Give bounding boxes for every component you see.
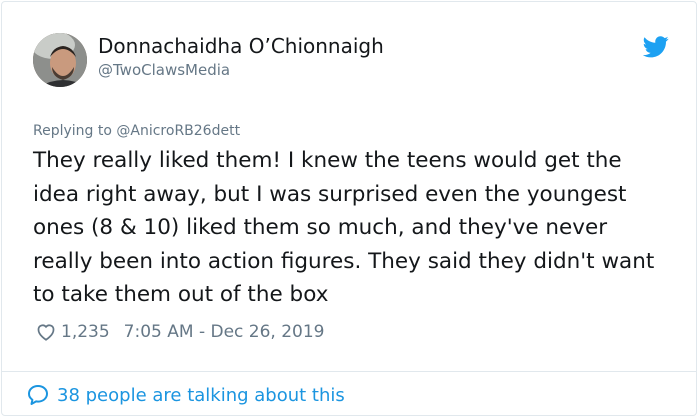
- heart-icon[interactable]: [35, 321, 57, 343]
- author-handle[interactable]: @TwoClawsMedia: [98, 61, 230, 79]
- twitter-bird-icon[interactable]: [643, 36, 669, 58]
- avatar-photo: [33, 33, 87, 87]
- reply-handle-link[interactable]: @AnicroRB26dett: [116, 123, 240, 139]
- like-count[interactable]: 1,235: [61, 322, 110, 342]
- tweet-meta: 1,235 7:05 AM - Dec 26, 2019: [35, 320, 325, 344]
- replying-to: Replying to @AnicroRB26dett: [33, 123, 240, 139]
- conversation-text[interactable]: 38 people are talking about this: [57, 385, 345, 406]
- tweet-card: Donnachaidha O’Chionnaigh @TwoClawsMedia…: [1, 1, 697, 416]
- conversation-link[interactable]: 38 people are talking about this: [26, 383, 345, 407]
- replying-prefix: Replying to: [33, 123, 112, 139]
- timestamp[interactable]: 7:05 AM - Dec 26, 2019: [124, 322, 325, 342]
- avatar[interactable]: [33, 33, 87, 87]
- speech-bubble-icon: [28, 385, 48, 405]
- tweet-text: They really liked them! I knew the teens…: [33, 148, 655, 307]
- author-name[interactable]: Donnachaidha O’Chionnaigh: [98, 34, 384, 58]
- divider: [2, 371, 696, 372]
